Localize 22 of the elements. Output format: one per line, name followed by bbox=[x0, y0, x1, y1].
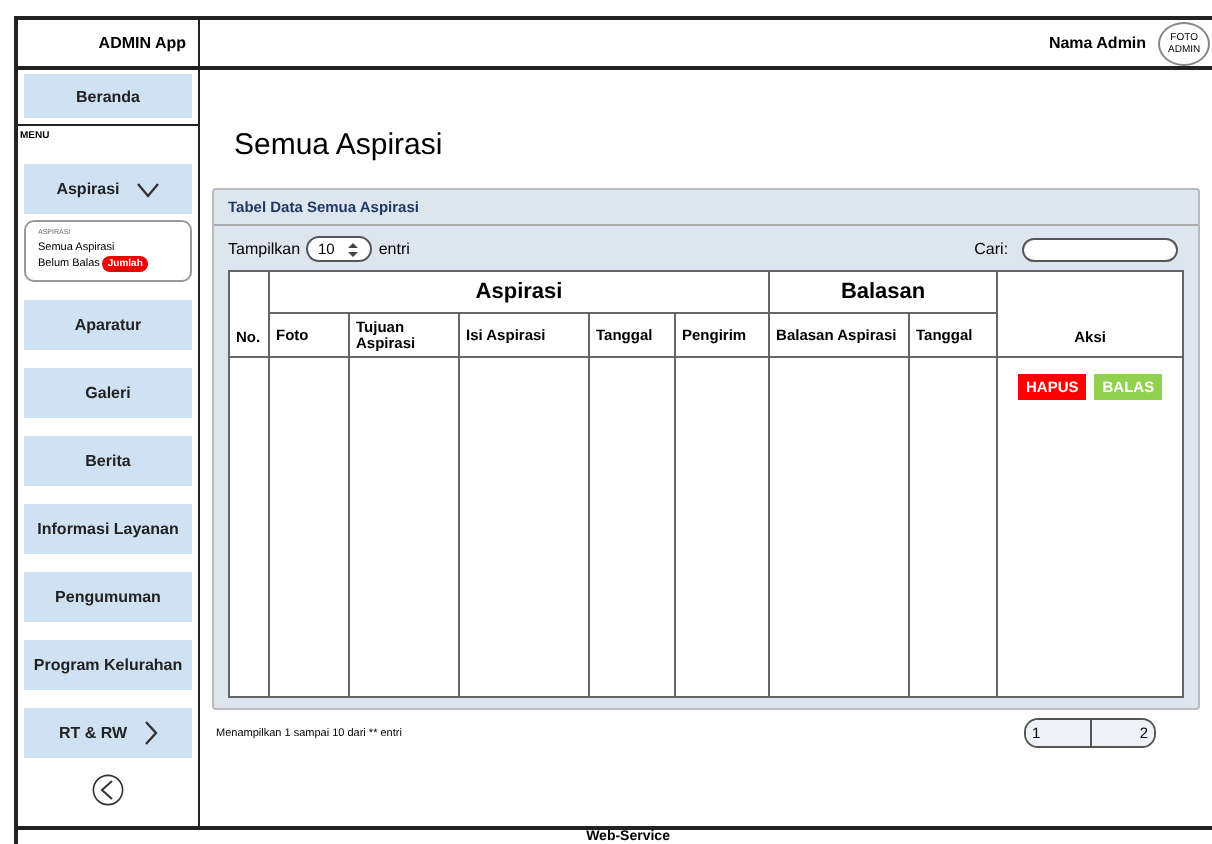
show-label: Tampilkan bbox=[228, 240, 301, 258]
sidebar-item[interactable]: Beranda bbox=[24, 74, 192, 118]
search-label: Cari: bbox=[974, 240, 1009, 258]
sidebar-item[interactable]: Berita bbox=[24, 436, 192, 486]
sidebar-item[interactable]: Aparatur bbox=[24, 300, 192, 350]
column-group-header: Aspirasi bbox=[269, 271, 770, 313]
chevron-right-icon[interactable] bbox=[143, 720, 158, 746]
column-group-header: Balasan bbox=[769, 271, 998, 313]
sidebar-item[interactable]: Informasi Layanan bbox=[24, 504, 192, 554]
back-icon[interactable] bbox=[92, 774, 124, 806]
sidebar-item[interactable]: RT & RW bbox=[24, 708, 192, 758]
stepper-icon bbox=[346, 241, 361, 257]
entries-label: entri bbox=[378, 240, 410, 258]
sidebar-item[interactable]: Pengumuman bbox=[24, 572, 192, 622]
page-title: Semua Aspirasi bbox=[234, 128, 443, 162]
sidebar-item[interactable]: Galeri bbox=[24, 368, 192, 418]
search-field[interactable] bbox=[1022, 237, 1179, 261]
app-title: ADMIN App bbox=[98, 34, 186, 52]
sidebar-item[interactable]: Aspirasi bbox=[24, 164, 192, 214]
admin-name: Nama Admin bbox=[1048, 34, 1147, 52]
sidebar-item[interactable]: Program Kelurahan bbox=[24, 640, 192, 690]
chevron-down-icon[interactable] bbox=[135, 181, 160, 197]
